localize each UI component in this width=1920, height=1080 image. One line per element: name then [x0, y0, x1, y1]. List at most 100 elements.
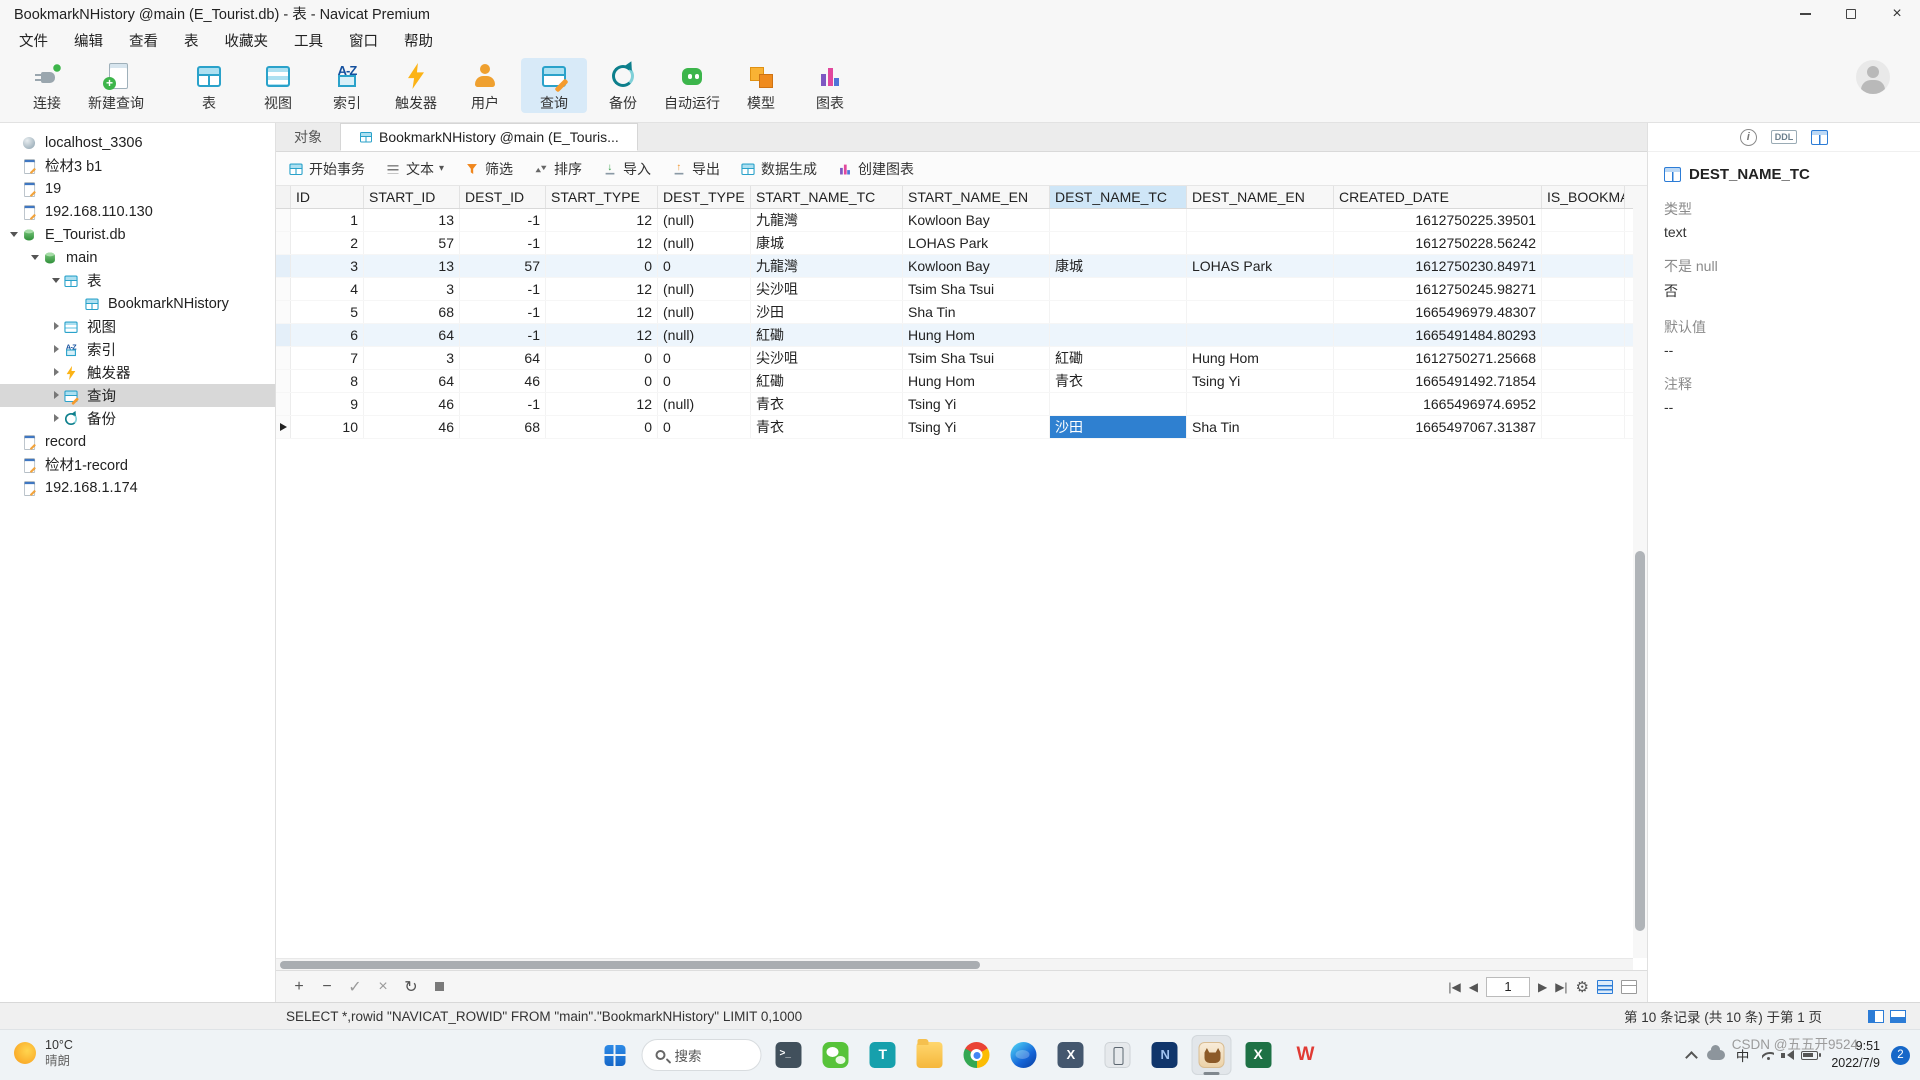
- column-header-start_name_en[interactable]: START_NAME_EN: [903, 186, 1050, 208]
- notification-badge[interactable]: 2: [1891, 1046, 1910, 1065]
- cell-dest_name_en[interactable]: [1187, 301, 1334, 323]
- tree-item[interactable]: 192.168.1.174: [0, 476, 275, 499]
- vertical-scrollbar-thumb[interactable]: [1635, 551, 1645, 931]
- column-header-dest_name_en[interactable]: DEST_NAME_EN: [1187, 186, 1334, 208]
- cell-start_name_tc[interactable]: 九龍灣: [751, 255, 903, 277]
- cell-is_bookmar[interactable]: [1542, 324, 1625, 346]
- cell-start_type[interactable]: 12: [546, 278, 658, 300]
- menu-item[interactable]: 窗口: [336, 27, 391, 54]
- taskbar-app[interactable]: [1004, 1035, 1044, 1075]
- cell-dest_type[interactable]: (null): [658, 232, 751, 254]
- apply-changes-button[interactable]: ✓: [342, 976, 368, 998]
- horizontal-scrollbar[interactable]: [276, 958, 1633, 970]
- taskbar-app[interactable]: [1098, 1035, 1138, 1075]
- toolbar-button[interactable]: 图表: [797, 58, 863, 113]
- maximize-button[interactable]: [1828, 0, 1874, 27]
- grid-toolbar-button[interactable]: 创建图表 ▾: [837, 159, 914, 179]
- cell-start_name_en[interactable]: Tsing Yi: [903, 416, 1050, 438]
- cell-start_type[interactable]: 12: [546, 301, 658, 323]
- cell-start_name_en[interactable]: Hung Hom: [903, 370, 1050, 392]
- cell-start_name_tc[interactable]: 九龍灣: [751, 209, 903, 231]
- toolbar-button[interactable]: 表: [176, 58, 242, 113]
- tree-item[interactable]: 19: [0, 177, 275, 200]
- cell-dest_name_en[interactable]: [1187, 209, 1334, 231]
- minimize-button[interactable]: [1782, 0, 1828, 27]
- cell-start_id[interactable]: 13: [364, 255, 460, 277]
- cell-dest_name_en[interactable]: [1187, 278, 1334, 300]
- row-indicator[interactable]: [276, 232, 291, 254]
- cell-dest_id[interactable]: 57: [460, 255, 546, 277]
- cell-dest_type[interactable]: (null): [658, 324, 751, 346]
- vertical-scrollbar[interactable]: [1633, 186, 1647, 958]
- tree-chevron-icon[interactable]: [8, 458, 21, 471]
- cell-is_bookmar[interactable]: [1542, 301, 1625, 323]
- grid-toolbar-button[interactable]: 导入 ▾: [602, 159, 651, 179]
- tab[interactable]: BookmarkNHistory @main (E_Touris...: [340, 123, 638, 151]
- cell-start_name_en[interactable]: Hung Hom: [903, 324, 1050, 346]
- cell-start_type[interactable]: 12: [546, 209, 658, 231]
- row-indicator[interactable]: [276, 301, 291, 323]
- cell-created_date[interactable]: 1612750271.25668: [1334, 347, 1542, 369]
- cell-dest_name_tc[interactable]: 青衣: [1050, 370, 1187, 392]
- tree-chevron-icon[interactable]: [8, 159, 21, 172]
- cell-start_id[interactable]: 3: [364, 278, 460, 300]
- cell-start_name_tc[interactable]: 紅磡: [751, 324, 903, 346]
- info-icon[interactable]: [1740, 129, 1757, 146]
- column-header-id[interactable]: ID: [291, 186, 364, 208]
- tree-chevron-icon[interactable]: [50, 389, 63, 402]
- taskbar-app[interactable]: [1051, 1035, 1091, 1075]
- cell-dest_name_en[interactable]: [1187, 393, 1334, 415]
- tree-item[interactable]: main: [0, 246, 275, 269]
- cell-created_date[interactable]: 1612750225.39501: [1334, 209, 1542, 231]
- cell-dest_name_tc[interactable]: [1050, 324, 1187, 346]
- taskbar-search[interactable]: 搜索: [642, 1039, 762, 1071]
- onedrive-cloud-icon[interactable]: [1707, 1050, 1725, 1060]
- column-header-start_id[interactable]: START_ID: [364, 186, 460, 208]
- cell-created_date[interactable]: 1665496974.6952: [1334, 393, 1542, 415]
- cell-start_type[interactable]: 0: [546, 370, 658, 392]
- menu-item[interactable]: 帮助: [391, 27, 446, 54]
- cell-dest_id[interactable]: 46: [460, 370, 546, 392]
- start-button[interactable]: [595, 1035, 635, 1075]
- cell-start_id[interactable]: 64: [364, 324, 460, 346]
- tree-item[interactable]: 查询: [0, 384, 275, 407]
- cell-start_name_tc[interactable]: 尖沙咀: [751, 278, 903, 300]
- cell-dest_id[interactable]: 64: [460, 347, 546, 369]
- menu-item[interactable]: 文件: [6, 27, 61, 54]
- cell-id[interactable]: 1: [291, 209, 364, 231]
- row-indicator[interactable]: [276, 324, 291, 346]
- toolbar-button[interactable]: 新建查询: [83, 58, 149, 113]
- tree-item[interactable]: 表: [0, 269, 275, 292]
- tree-chevron-icon[interactable]: [8, 136, 21, 149]
- cell-is_bookmar[interactable]: [1542, 232, 1625, 254]
- prev-page-button[interactable]: ◀: [1469, 980, 1478, 994]
- row-indicator[interactable]: [276, 393, 291, 415]
- cell-dest_name_en[interactable]: [1187, 232, 1334, 254]
- ddl-icon[interactable]: [1771, 130, 1798, 144]
- current-row-indicator[interactable]: [276, 416, 291, 438]
- grid-view-toggle[interactable]: [1597, 980, 1613, 994]
- taskbar-app[interactable]: [957, 1035, 997, 1075]
- cell-created_date[interactable]: 1665496979.48307: [1334, 301, 1542, 323]
- cell-created_date[interactable]: 1665491492.71854: [1334, 370, 1542, 392]
- tree-chevron-icon[interactable]: [50, 412, 63, 425]
- taskbar-app[interactable]: [816, 1035, 856, 1075]
- hidden-icons-chevron[interactable]: [1685, 1051, 1698, 1064]
- tree-item[interactable]: BookmarkNHistory: [0, 292, 275, 315]
- cell-dest_type[interactable]: 0: [658, 370, 751, 392]
- cell-start_name_tc[interactable]: 沙田: [751, 301, 903, 323]
- cell-id[interactable]: 3: [291, 255, 364, 277]
- tree-chevron-icon[interactable]: [50, 320, 63, 333]
- cell-dest_name_en[interactable]: Hung Hom: [1187, 347, 1334, 369]
- cell-dest_id[interactable]: 68: [460, 416, 546, 438]
- cell-start_name_tc[interactable]: 紅磡: [751, 370, 903, 392]
- cell-dest_name_tc[interactable]: [1050, 232, 1187, 254]
- tree-chevron-icon[interactable]: [8, 205, 21, 218]
- cell-is_bookmar[interactable]: [1542, 347, 1625, 369]
- cell-dest_name_en[interactable]: LOHAS Park: [1187, 255, 1334, 277]
- refresh-button[interactable]: ↻: [398, 976, 424, 998]
- last-page-button[interactable]: ▶|: [1555, 980, 1567, 994]
- grid-toolbar-button[interactable]: 筛选 ▾: [464, 159, 513, 179]
- tree-item[interactable]: 视图: [0, 315, 275, 338]
- tree-chevron-icon[interactable]: [29, 251, 42, 264]
